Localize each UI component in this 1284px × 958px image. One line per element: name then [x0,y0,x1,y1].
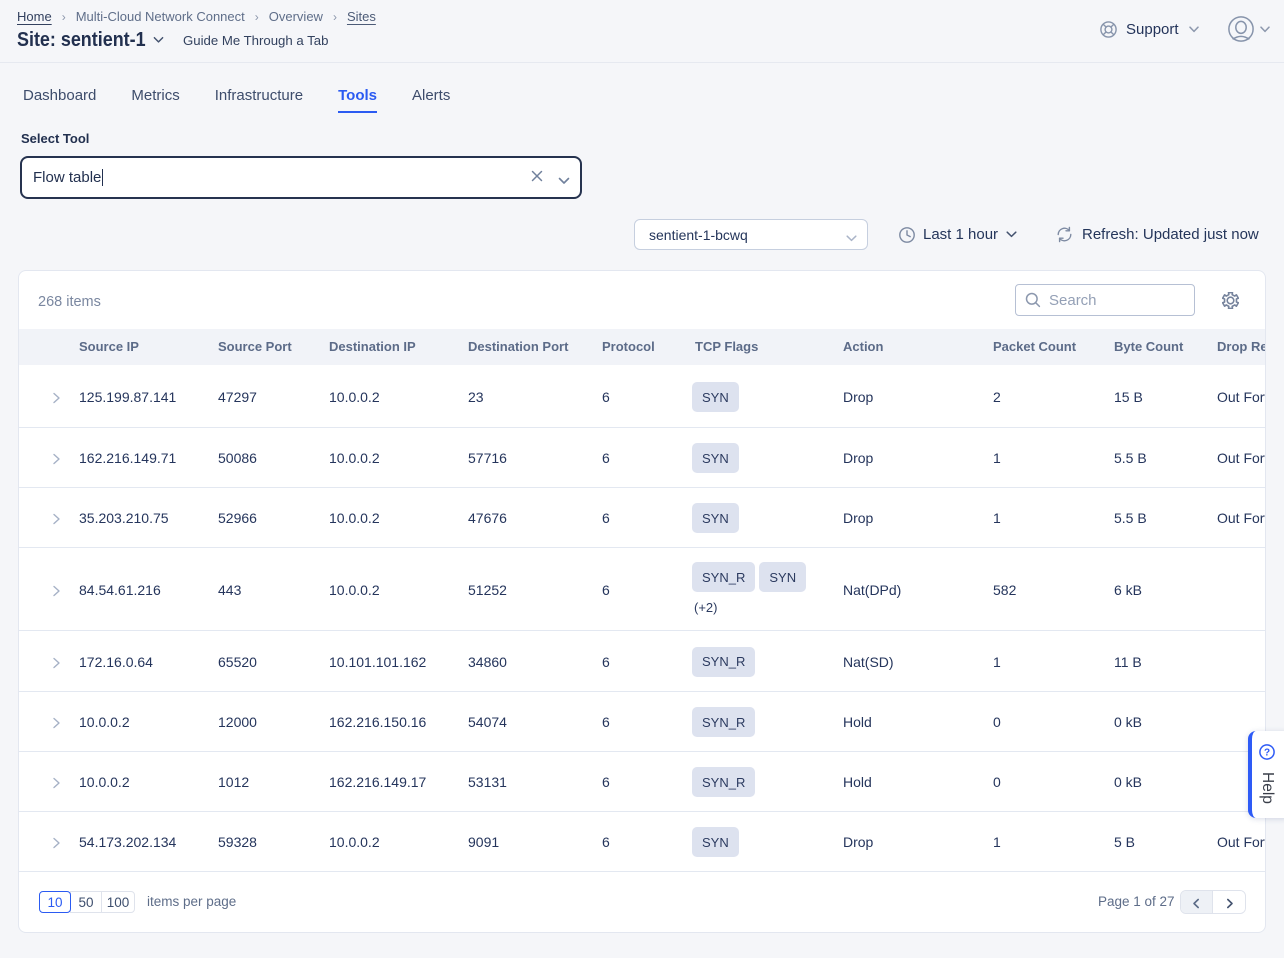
svg-text:?: ? [1264,748,1270,759]
